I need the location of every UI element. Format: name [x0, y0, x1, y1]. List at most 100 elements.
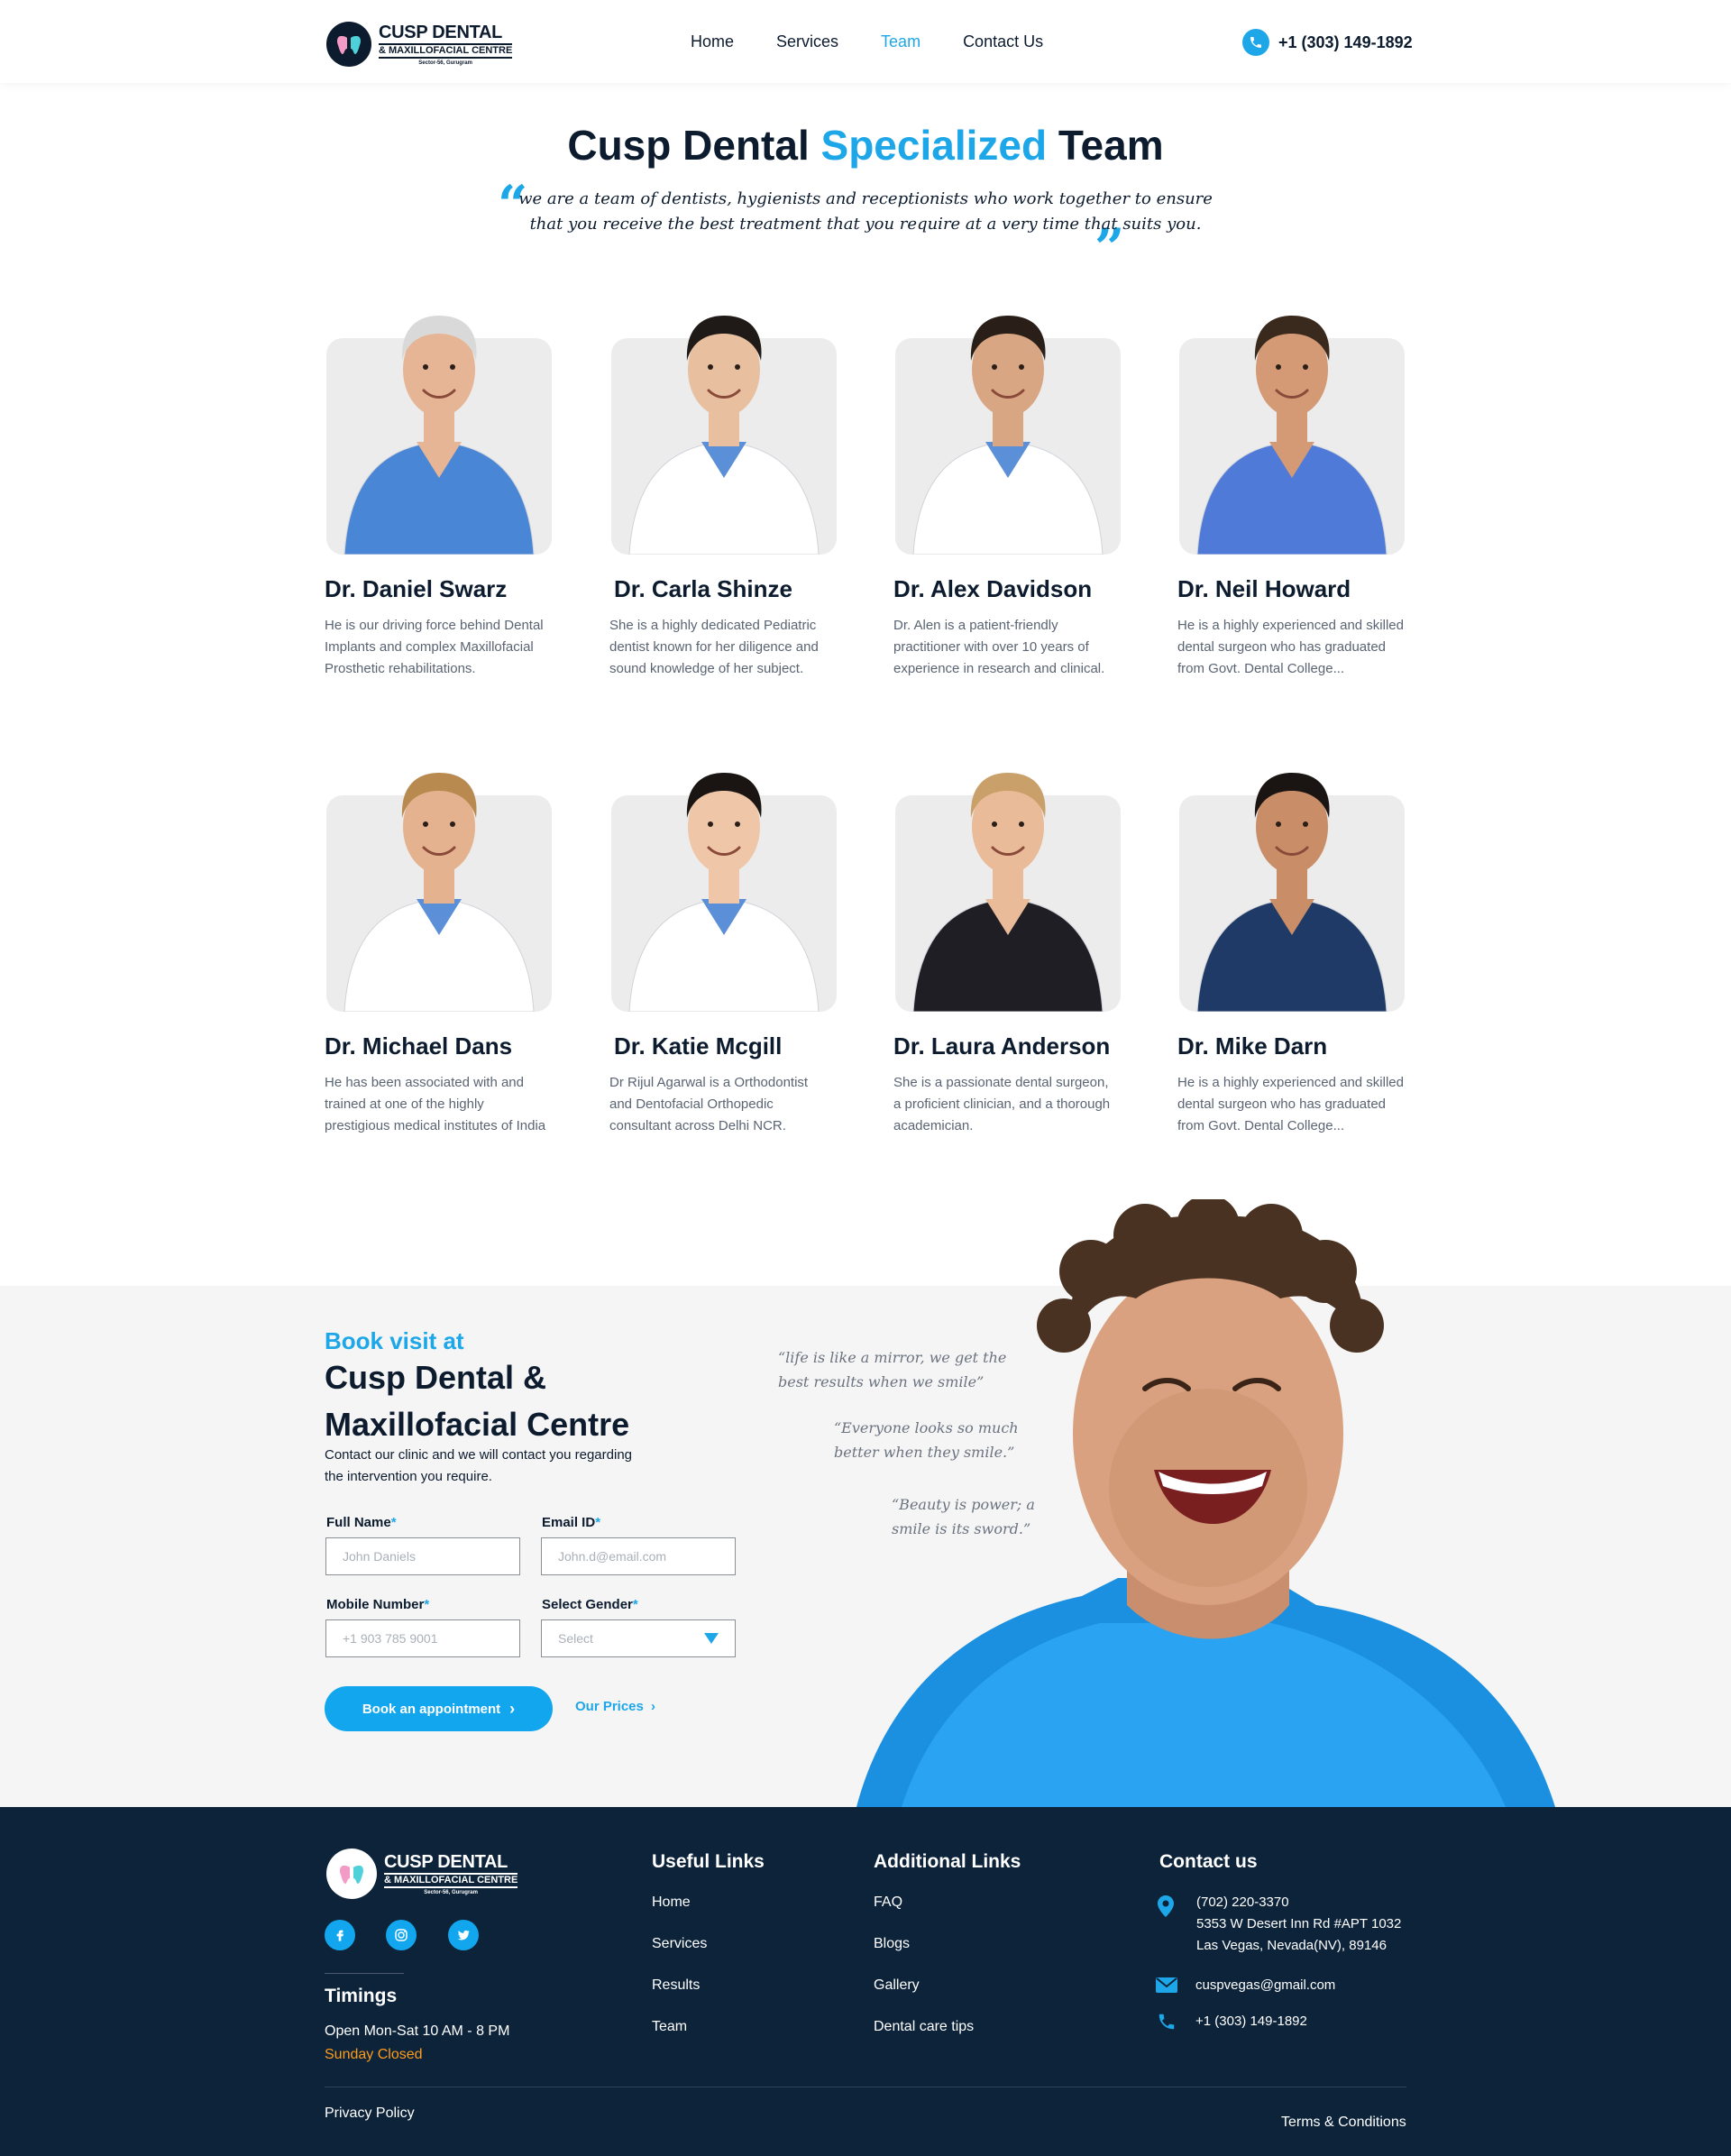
our-prices-link[interactable]: Our Prices ›: [575, 1699, 655, 1714]
prices-link-label: Our Prices: [575, 1699, 644, 1714]
footer-link-faq[interactable]: FAQ: [874, 1895, 902, 1911]
footer-link-dental-care-tips[interactable]: Dental care tips: [874, 2019, 974, 2035]
footer-link-services[interactable]: Services: [652, 1936, 707, 1952]
mobile-label: Mobile Number*: [326, 1597, 429, 1612]
description-line: dental surgeon who has graduated: [1177, 639, 1387, 655]
required-mark: *: [595, 1515, 601, 1530]
full-name-input[interactable]: [325, 1537, 520, 1575]
timings-closed: Sunday Closed: [325, 2047, 423, 2062]
description-line: academician.: [893, 1118, 974, 1133]
description-line: consultant across Delhi NCR.: [609, 1118, 786, 1133]
doctor-description: Dr Rijul Agarwal is a Orthodontist and De…: [609, 1072, 857, 1137]
email-input[interactable]: [541, 1537, 736, 1575]
doctor-photo: [912, 773, 1104, 1012]
booking-text: Contact our clinic and we will contact y…: [325, 1445, 685, 1488]
footer-link-blogs[interactable]: Blogs: [874, 1936, 910, 1952]
doctor-name[interactable]: Dr. Carla Shinze: [614, 575, 792, 603]
doctor-photo: [628, 773, 820, 1012]
gender-label: Select Gender*: [542, 1597, 638, 1612]
instagram-icon[interactable]: [386, 1920, 417, 1950]
additional-links-heading: Additional Links: [874, 1851, 1021, 1872]
nav-contact-us[interactable]: Contact Us: [963, 32, 1043, 51]
doctor-description: Dr. Alen is a patient-friendly practition…: [893, 615, 1141, 680]
doctor-photo: [1196, 773, 1388, 1012]
contact-phone-secondary[interactable]: +1 (303) 149-1892: [1195, 2010, 1307, 2033]
booking-title-line: Maxillofacial Centre: [325, 1406, 630, 1443]
footer-divider: [325, 1973, 404, 1974]
mail-icon: [1156, 1977, 1177, 1993]
header-phone[interactable]: +1 (303) 149-1892: [1242, 29, 1413, 56]
nav-services[interactable]: Services: [776, 32, 838, 51]
label-text: Mobile Number: [326, 1597, 425, 1612]
footer-link-team[interactable]: Team: [652, 2019, 687, 2035]
doctor-name[interactable]: Dr. Alex Davidson: [893, 575, 1092, 603]
booking-title-line: Cusp Dental &: [325, 1359, 547, 1396]
doctor-name[interactable]: Dr. Katie Mcgill: [614, 1032, 782, 1060]
description-line: practitioner with over 10 years of: [893, 639, 1089, 655]
intro-line: we are a team of dentists, hygienists an…: [518, 189, 1213, 208]
description-line: He is our driving force behind Dental: [325, 618, 544, 633]
footer-logo-subtitle: & MAXILLOFACIAL CENTRE: [384, 1872, 518, 1888]
contact-email[interactable]: cuspvegas@gmail.com: [1195, 1974, 1335, 1997]
description-line: from Govt. Dental College...: [1177, 661, 1345, 676]
gender-select[interactable]: Select: [541, 1619, 736, 1657]
footer-logo[interactable]: CUSP DENTAL & MAXILLOFACIAL CENTRE Secto…: [326, 1849, 518, 1899]
doctor-description: He has been associated with and trained a…: [325, 1072, 572, 1137]
site-footer: [0, 1807, 1731, 2156]
description-line: from Govt. Dental College...: [1177, 1118, 1345, 1133]
twitter-icon[interactable]: [448, 1920, 479, 1950]
logo[interactable]: CUSP DENTAL & MAXILLOFACIAL CENTRE Secto…: [326, 22, 513, 67]
required-mark: *: [390, 1515, 397, 1530]
location-pin-icon: [1158, 1895, 1174, 1917]
description-line: Dr. Alen is a patient-friendly: [893, 618, 1058, 633]
required-mark: *: [632, 1597, 638, 1612]
logo-subtitle: & MAXILLOFACIAL CENTRE: [379, 42, 513, 59]
contact-phone-primary[interactable]: (702) 220-3370: [1196, 1892, 1401, 1913]
description-line: dental surgeon who has graduated: [1177, 1096, 1387, 1112]
footer-link-results[interactable]: Results: [652, 1977, 700, 1994]
chevron-right-icon: ›: [509, 1699, 516, 1718]
doctor-description: He is a highly experienced and skilled de…: [1177, 1072, 1425, 1137]
smiling-patient-image: [856, 1199, 1555, 1807]
doctor-photo: [1196, 316, 1388, 555]
timings-text: Open Mon-Sat 10 AM - 8 PM: [325, 2023, 510, 2039]
contact-address-line: Las Vegas, Nevada(NV), 89146: [1196, 1938, 1387, 1953]
timings-heading: Timings: [325, 1986, 398, 2006]
logo-location: Sector-56, Gurugram: [418, 60, 472, 66]
nav-home[interactable]: Home: [691, 32, 734, 51]
booking-text-line: the intervention you require.: [325, 1469, 492, 1484]
booking-text-line: Contact our clinic and we will contact y…: [325, 1447, 633, 1463]
privacy-policy-link[interactable]: Privacy Policy: [325, 2106, 415, 2122]
footer-logo-name: CUSP DENTAL: [384, 1851, 508, 1872]
logo-text: CUSP DENTAL & MAXILLOFACIAL CENTRE Secto…: [379, 23, 513, 66]
doctor-name[interactable]: Dr. Neil Howard: [1177, 575, 1351, 603]
header-phone-number: +1 (303) 149-1892: [1278, 32, 1413, 51]
label-text: Full Name: [326, 1515, 391, 1530]
useful-links-heading: Useful Links: [652, 1851, 765, 1872]
contact-address: (702) 220-3370 5353 W Desert Inn Rd #APT…: [1196, 1892, 1401, 1957]
description-line: trained at one of the highly: [325, 1096, 484, 1112]
doctor-name[interactable]: Dr. Laura Anderson: [893, 1032, 1110, 1060]
doctor-description: She is a highly dedicated Pediatric denti…: [609, 615, 857, 680]
footer-link-gallery[interactable]: Gallery: [874, 1977, 920, 1994]
title-highlight: Specialized: [820, 122, 1048, 169]
intro-line: that you receive the best treatment that…: [529, 215, 1202, 234]
footer-link-home[interactable]: Home: [652, 1895, 691, 1911]
footer-logo-location: Sector-56, Gurugram: [424, 1889, 478, 1895]
mobile-input[interactable]: [325, 1619, 520, 1657]
doctor-description: He is our driving force behind Dental Imp…: [325, 615, 572, 680]
nav-team[interactable]: Team: [881, 32, 920, 51]
phone-icon: [1159, 2014, 1175, 2030]
description-line: dentist known for her diligence and: [609, 639, 819, 655]
doctor-name[interactable]: Dr. Michael Dans: [325, 1032, 512, 1060]
description-line: prestigious medical institutes of India: [325, 1118, 546, 1133]
description-line: sound knowledge of her subject.: [609, 661, 804, 676]
email-label: Email ID*: [542, 1515, 600, 1530]
title-part: Cusp Dental: [567, 122, 821, 169]
terms-link[interactable]: Terms & Conditions: [1281, 2115, 1406, 2131]
doctor-name[interactable]: Dr. Mike Darn: [1177, 1032, 1327, 1060]
facebook-icon[interactable]: [325, 1920, 355, 1950]
doctor-name[interactable]: Dr. Daniel Swarz: [325, 575, 507, 603]
book-button-label: Book an appointment: [362, 1701, 501, 1717]
book-appointment-button[interactable]: Book an appointment ›: [325, 1686, 553, 1731]
